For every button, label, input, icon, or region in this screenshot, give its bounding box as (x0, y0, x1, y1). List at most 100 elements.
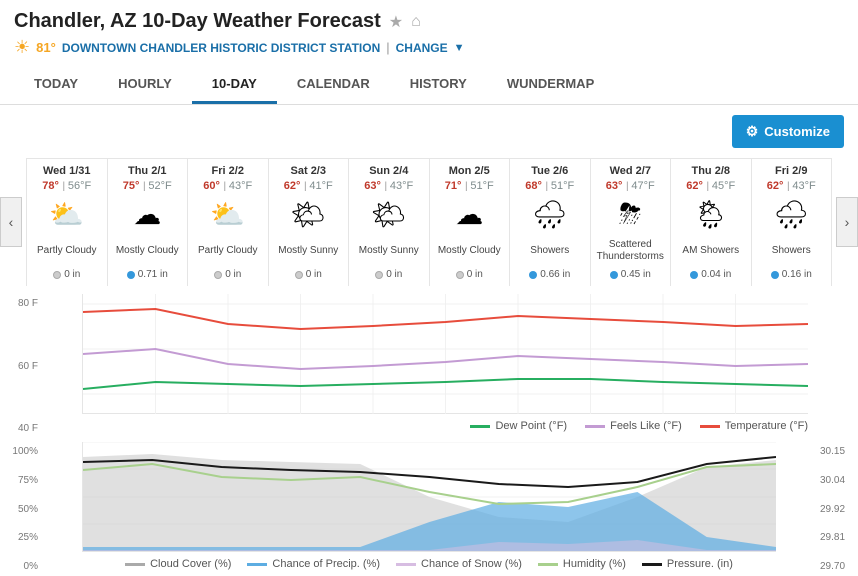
precip-indicator-8 (690, 271, 698, 279)
forecast-condition-5: Mostly Cloudy (434, 237, 506, 265)
forecast-col-9[interactable]: Fri 2/9 62° | 43°F 🌧 Showers 0.16 in (752, 158, 833, 286)
forecast-precip-4: 0 in (353, 269, 425, 280)
lower-chart (82, 442, 776, 552)
cloud-cover-label: Cloud Cover (%) (150, 558, 231, 570)
forecast-temp-2: 60° | 43°F (192, 177, 264, 192)
cloud-cover-color (125, 563, 145, 566)
dropdown-icon[interactable]: ▼ (454, 42, 465, 54)
forecast-col-5[interactable]: Mon 2/5 71° | 51°F ☁ Mostly Cloudy 0 in (430, 158, 511, 286)
legend-precip-chance: Chance of Precip. (%) (247, 558, 380, 570)
pressure-label: Pressure. (in) (667, 558, 733, 570)
lower-chart-y-labels-left: 100% 75% 50% 25% 0% (2, 442, 38, 576)
forecast-col-0[interactable]: Wed 1/31 78° | 56°F ⛅ Partly Cloudy 0 in (27, 158, 108, 286)
precip-indicator-2 (214, 271, 222, 279)
current-temp: 81° (36, 40, 56, 55)
forecast-precip-2: 0 in (192, 269, 264, 280)
temp-chart-y-labels: 80 F 60 F 40 F (2, 294, 38, 438)
forecast-day-1: Thu 2/1 (112, 165, 184, 177)
home-icon[interactable]: ⌂ (411, 13, 421, 31)
tab-history[interactable]: HISTORY (390, 66, 487, 104)
legend-humidity: Humidity (%) (538, 558, 626, 570)
forecast-icon-9: 🌧 (756, 198, 828, 231)
forecast-col-3[interactable]: Sat 2/3 62° | 41°F 🌤 Mostly Sunny 0 in (269, 158, 350, 286)
legend-snow-chance: Chance of Snow (%) (396, 558, 522, 570)
tab-hourly[interactable]: HOURLY (98, 66, 192, 104)
forecast-col-7[interactable]: Wed 2/7 63° | 47°F ⛈ Scattered Thunderst… (591, 158, 672, 286)
forecast-icon-2: ⛅ (192, 198, 264, 231)
scroll-left-arrow[interactable]: ‹ (0, 197, 22, 247)
forecast-temp-1: 75° | 52°F (112, 177, 184, 192)
lower-right-label-4: 29.81 (820, 532, 856, 543)
forecast-day-8: Thu 2/8 (675, 165, 747, 177)
forecast-precip-7: 0.45 in (595, 269, 667, 280)
feels-like-color (585, 425, 605, 428)
forecast-precip-3: 0 in (273, 269, 345, 280)
forecast-condition-4: Mostly Sunny (353, 237, 425, 265)
forecast-day-4: Sun 2/4 (353, 165, 425, 177)
tab-calendar[interactable]: CALENDAR (277, 66, 390, 104)
precip-indicator-7 (610, 271, 618, 279)
temp-chart-svg (83, 294, 808, 414)
charts-wrapper: 80 F 60 F 40 F (40, 294, 818, 576)
forecast-day-2: Fri 2/2 (192, 165, 264, 177)
forecast-condition-2: Partly Cloudy (192, 237, 264, 265)
page-title: Chandler, AZ 10-Day Weather Forecast (14, 10, 381, 33)
forecast-col-4[interactable]: Sun 2/4 63° | 43°F 🌤 Mostly Sunny 0 in (349, 158, 430, 286)
lower-label-100: 100% (2, 446, 38, 457)
lower-chart-svg (83, 442, 776, 552)
precip-chance-color (247, 563, 267, 566)
precip-indicator-1 (127, 271, 135, 279)
forecast-icon-8: 🌦 (675, 198, 747, 231)
forecast-col-2[interactable]: Fri 2/2 60° | 43°F ⛅ Partly Cloudy 0 in (188, 158, 269, 286)
lower-right-label-3: 29.92 (820, 504, 856, 515)
legend-pressure: Pressure. (in) (642, 558, 733, 570)
forecast-condition-6: Showers (514, 237, 586, 265)
forecast-day-5: Mon 2/5 (434, 165, 506, 177)
forecast-icon-7: ⛈ (595, 198, 667, 231)
forecast-precip-0: 0 in (31, 269, 103, 280)
forecast-icon-1: ☁ (112, 198, 184, 231)
tab-10day[interactable]: 10-DAY (192, 66, 277, 104)
customize-button[interactable]: ⚙ Customize (732, 115, 844, 148)
forecast-condition-3: Mostly Sunny (273, 237, 345, 265)
lower-chart-y-labels-right: 30.15 30.04 29.92 29.81 29.70 (820, 442, 856, 576)
forecast-temp-9: 62° | 43°F (756, 177, 828, 192)
lower-chart-legend: Cloud Cover (%) Chance of Precip. (%) Ch… (82, 552, 776, 576)
scroll-right-arrow[interactable]: › (836, 197, 858, 247)
tab-today[interactable]: TODAY (14, 66, 98, 104)
forecast-col-8[interactable]: Thu 2/8 62° | 45°F 🌦 AM Showers 0.04 in (671, 158, 752, 286)
pipe-divider: | (386, 40, 389, 55)
toolbar: ⚙ Customize (0, 105, 858, 158)
legend-temperature: Temperature (°F) (700, 420, 808, 432)
forecast-icon-6: 🌧 (514, 198, 586, 231)
precip-chance-label: Chance of Precip. (%) (272, 558, 380, 570)
dew-point-color (470, 425, 490, 428)
star-icon[interactable]: ★ (389, 12, 403, 32)
feels-like-label: Feels Like (°F) (610, 420, 682, 432)
forecast-precip-8: 0.04 in (675, 269, 747, 280)
temperature-label: Temperature (°F) (725, 420, 808, 432)
forecast-precip-9: 0.16 in (756, 269, 828, 280)
forecast-icon-5: ☁ (434, 198, 506, 231)
forecast-grid: Wed 1/31 78° | 56°F ⛅ Partly Cloudy 0 in… (26, 158, 832, 286)
lower-label-75: 75% (2, 475, 38, 486)
lower-right-label-1: 30.15 (820, 446, 856, 457)
lower-label-0: 0% (2, 561, 38, 572)
tab-wundermap[interactable]: WUNDERMAP (487, 66, 614, 104)
precip-indicator-5 (456, 271, 464, 279)
temp-label-40: 40 F (2, 423, 38, 434)
main-content: ⚙ Customize ‹ Wed 1/31 78° | 56°F ⛅ Part… (0, 105, 858, 576)
forecast-day-7: Wed 2/7 (595, 165, 667, 177)
lower-label-25: 25% (2, 532, 38, 543)
dew-point-label: Dew Point (°F) (495, 420, 567, 432)
forecast-col-6[interactable]: Tue 2/6 68° | 51°F 🌧 Showers 0.66 in (510, 158, 591, 286)
humidity-label: Humidity (%) (563, 558, 626, 570)
change-link[interactable]: CHANGE (396, 41, 448, 55)
sun-icon: ☀ (14, 37, 30, 58)
nav-tabs: TODAY HOURLY 10-DAY CALENDAR HISTORY WUN… (14, 66, 844, 104)
forecast-temp-3: 62° | 41°F (273, 177, 345, 192)
forecast-temp-0: 78° | 56°F (31, 177, 103, 192)
forecast-icon-0: ⛅ (31, 198, 103, 231)
forecast-col-1[interactable]: Thu 2/1 75° | 52°F ☁ Mostly Cloudy 0.71 … (108, 158, 189, 286)
temperature-color (700, 425, 720, 428)
